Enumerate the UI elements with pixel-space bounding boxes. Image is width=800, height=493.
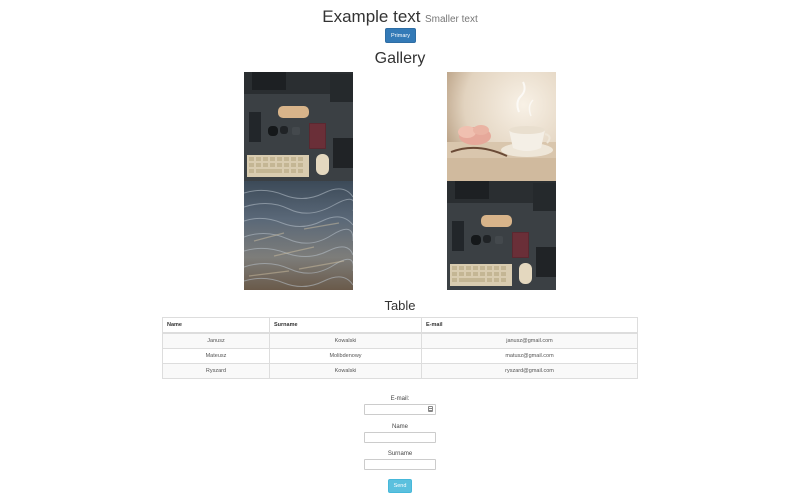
- page-header: Example text Smaller text: [0, 7, 800, 27]
- surname-label: Surname: [387, 451, 413, 457]
- users-table: Name Surname E-mail Janusz Kowalski janu…: [162, 317, 638, 379]
- gallery-image-tea-cup[interactable]: [447, 72, 556, 181]
- gallery-image-ocean-texture[interactable]: [244, 181, 353, 290]
- cell-name: Mateusz: [162, 348, 270, 364]
- surname-field[interactable]: [364, 459, 436, 470]
- column-header-name: Name: [162, 317, 270, 334]
- cell-email: janusz@gmail.com: [421, 332, 638, 349]
- autofill-icon[interactable]: [428, 406, 433, 412]
- table-header-row: Name Surname E-mail: [162, 317, 638, 334]
- email-field-wrapper: [364, 404, 436, 415]
- gallery-image-desk-flatlay-2[interactable]: [447, 181, 556, 290]
- cell-name: Ryszard: [162, 363, 270, 379]
- gallery-title: Gallery: [374, 50, 426, 67]
- column-header-email: E-mail: [421, 317, 638, 334]
- table-row: Janusz Kowalski janusz@gmail.com: [162, 332, 638, 349]
- gallery-image-desk-flatlay[interactable]: [244, 72, 353, 181]
- page: Example text Smaller text Primary Galler…: [0, 0, 800, 493]
- cell-surname: Kowalski: [269, 332, 422, 349]
- table-row: Ryszard Kowalski ryszard@gmail.com: [162, 363, 638, 379]
- table-row: Mateusz Molibdenowy matusz@gmail.com: [162, 348, 638, 364]
- page-title: Example text: [322, 7, 421, 26]
- cell-email: matusz@gmail.com: [421, 348, 638, 364]
- column-header-surname: Surname: [269, 317, 422, 334]
- primary-button[interactable]: Primary: [385, 28, 416, 43]
- cell-surname: Molibdenowy: [269, 348, 422, 364]
- email-label: E-mail:: [390, 396, 410, 402]
- name-label: Name: [391, 424, 408, 430]
- table-title: Table: [384, 298, 416, 313]
- send-button[interactable]: Send: [388, 479, 412, 493]
- cell-email: ryszard@gmail.com: [421, 363, 638, 379]
- email-field[interactable]: [364, 404, 436, 415]
- cell-name: Janusz: [162, 332, 270, 349]
- cell-surname: Kowalski: [269, 363, 422, 379]
- page-subtitle: Smaller text: [424, 14, 478, 25]
- name-field[interactable]: [364, 432, 436, 443]
